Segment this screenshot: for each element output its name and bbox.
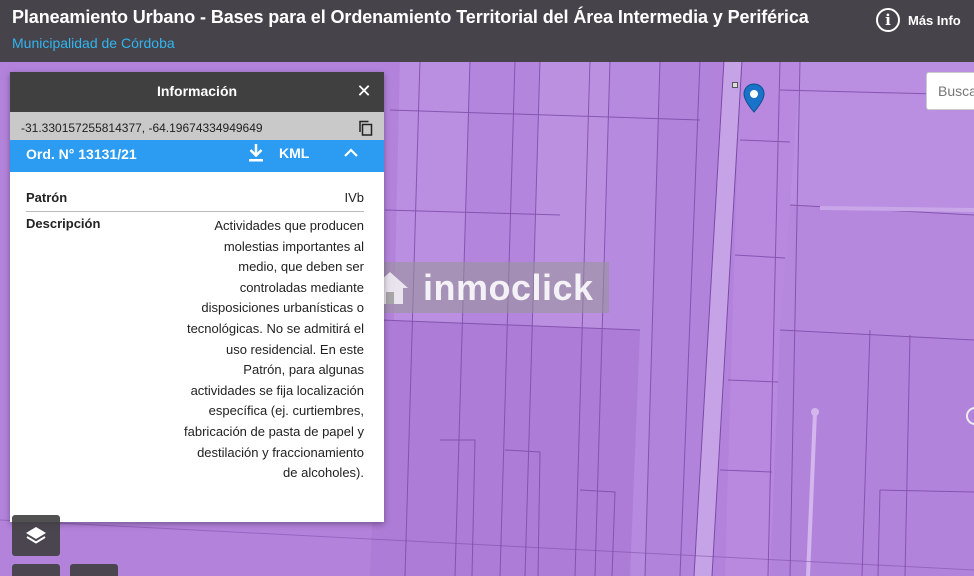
chevron-up-icon[interactable]	[343, 146, 359, 160]
info-panel: Información ✕ -31.330157255814377, -64.1…	[10, 72, 384, 522]
coordinates-text: -31.330157255814377, -64.19674334949649	[21, 121, 263, 135]
layers-button[interactable]	[12, 515, 60, 556]
ordinance-bar[interactable]: Ord. N° 13131/21 KML	[10, 140, 384, 172]
patron-value: IVb	[344, 190, 364, 205]
table-row: Descripción Actividades que producen mol…	[26, 216, 364, 484]
watermark: inmoclick	[365, 262, 609, 313]
map-control-button[interactable]	[12, 564, 60, 576]
more-info-button[interactable]: i Más Info	[876, 6, 961, 34]
watermark-text: inmoclick	[423, 266, 594, 308]
info-icon: i	[876, 8, 900, 32]
layers-icon	[26, 526, 46, 544]
page-subtitle: Municipalidad de Córdoba	[12, 35, 175, 51]
patron-label: Patrón	[26, 190, 68, 205]
info-panel-title: Información	[156, 83, 238, 99]
search-input[interactable]	[926, 72, 974, 110]
info-panel-header: Información ✕	[10, 72, 384, 112]
kml-button[interactable]: KML	[279, 145, 309, 161]
download-icon[interactable]	[247, 143, 265, 163]
descripcion-value: Actividades que producen molestias impor…	[184, 218, 364, 481]
point-marker	[732, 82, 738, 88]
map-control-button[interactable]	[70, 564, 118, 576]
attributes-table: Patrón IVb Descripción Actividades que p…	[10, 190, 384, 484]
close-icon[interactable]: ✕	[354, 81, 374, 101]
location-marker-icon[interactable]	[743, 83, 765, 113]
app-header: Planeamiento Urbano - Bases para el Orde…	[0, 0, 974, 62]
descripcion-label: Descripción	[26, 216, 101, 231]
more-info-label: Más Info	[908, 12, 961, 28]
page-title: Planeamiento Urbano - Bases para el Orde…	[12, 7, 809, 27]
table-row: Patrón IVb	[26, 190, 364, 212]
copy-icon[interactable]	[358, 120, 374, 136]
ordinance-title: Ord. N° 13131/21	[26, 146, 137, 162]
